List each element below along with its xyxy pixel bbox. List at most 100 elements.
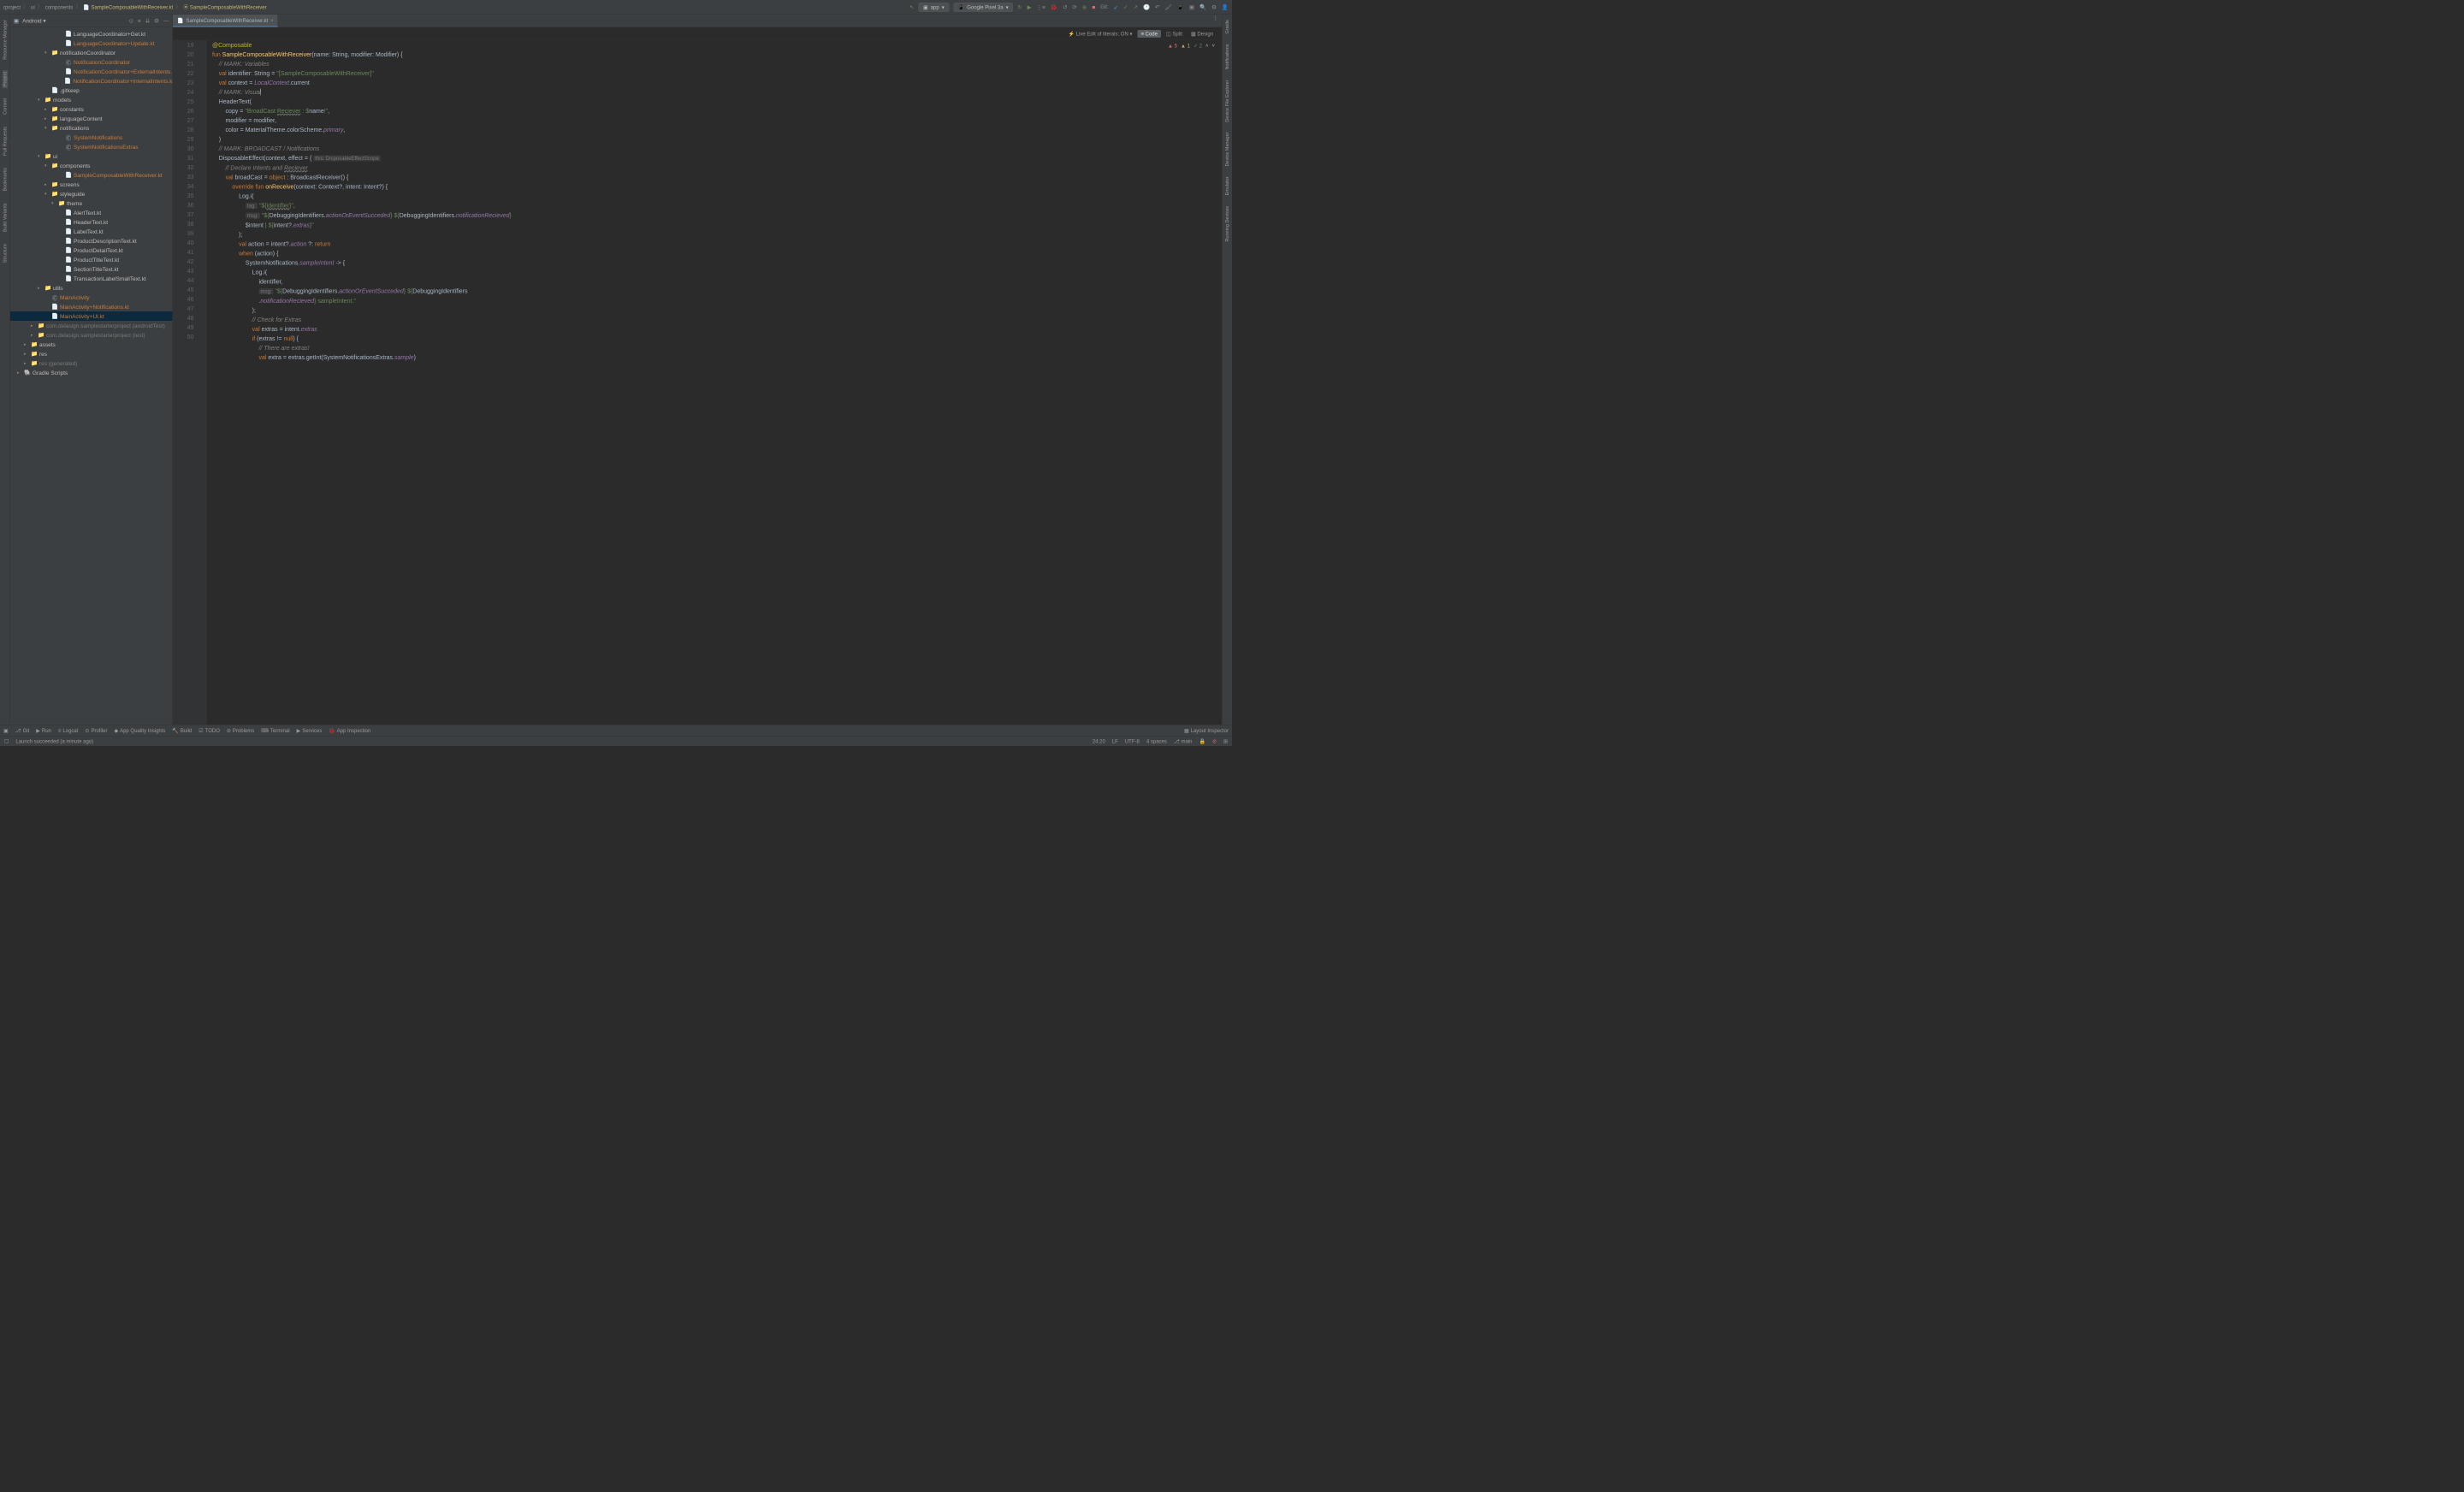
search-icon[interactable]: 🔍 xyxy=(1199,3,1206,10)
code-content[interactable]: @Composablefun SampleComposableWithRecei… xyxy=(207,40,1222,725)
tree-item[interactable]: 📄LanguageCoordinator+Get.kt xyxy=(10,29,173,38)
undo-icon[interactable]: ↶ xyxy=(1155,3,1159,10)
nav-back-icon[interactable]: ↖ xyxy=(909,3,914,10)
tree-item[interactable]: ▸📁com.delasign.samplestarterproject (tes… xyxy=(10,330,173,340)
tree-item[interactable]: ▸📁utils xyxy=(10,283,173,293)
line-ending[interactable]: LF xyxy=(1112,738,1118,744)
rail-project[interactable]: Project xyxy=(3,70,8,88)
settings-icon[interactable]: ⚙ xyxy=(1211,3,1217,10)
rail-structure[interactable]: Structure xyxy=(3,242,8,264)
tree-item[interactable]: ▾📁styleguide xyxy=(10,189,173,198)
hide-icon[interactable]: — xyxy=(163,17,169,24)
indent-setting[interactable]: 4 spaces xyxy=(1146,738,1167,744)
tree-item[interactable]: ⒸMainActivity xyxy=(10,293,173,302)
rail-build-variants[interactable]: Build Variants xyxy=(3,201,8,234)
tree-item[interactable]: 📄ProductDetailText.kt xyxy=(10,246,173,255)
breadcrumb-part[interactable]: rproject xyxy=(3,4,21,10)
breadcrumb-part[interactable]: ui xyxy=(31,4,35,10)
tree-item[interactable]: ▸🐘Gradle Scripts xyxy=(10,368,173,377)
rail-device-file[interactable]: Device File Explorer xyxy=(1224,78,1229,123)
git-branch[interactable]: ⎇ main xyxy=(1174,738,1193,744)
file-encoding[interactable]: UTF-8 xyxy=(1125,738,1140,744)
ok-count[interactable]: ✓ 2 xyxy=(1194,43,1202,49)
status-icon[interactable]: ☐ xyxy=(4,738,9,744)
nav-up-icon[interactable]: ˄ xyxy=(1205,43,1209,49)
device-icon[interactable]: 📱 xyxy=(1177,3,1184,10)
run-icon[interactable]: ▶ xyxy=(1028,3,1032,10)
tree-item[interactable]: 📄NotificationCoordinator+ExternalIntents… xyxy=(10,67,173,76)
refresh-icon[interactable]: ↻ xyxy=(1017,3,1022,10)
error-count[interactable]: ▲ 5 xyxy=(1168,43,1177,49)
breadcrumb[interactable]: rproject 〉 ui 〉 components 〉 📄 SampleCom… xyxy=(3,3,267,11)
rail-device-manager[interactable]: Device Manager xyxy=(1224,131,1229,169)
tree-item[interactable]: ▾📁notifications xyxy=(10,123,173,133)
tool-app-quality[interactable]: ◆ App Quality Insights xyxy=(114,727,165,733)
tool-window-icon[interactable]: ▣ xyxy=(3,727,9,733)
status-process-icon[interactable]: ⊞ xyxy=(1223,738,1228,744)
fold-gutter[interactable] xyxy=(198,40,207,725)
paint-icon[interactable]: 🖌 xyxy=(1164,3,1171,10)
tree-item[interactable]: ▾📁components xyxy=(10,161,173,170)
tool-logcat[interactable]: ≡ Logcat xyxy=(58,727,79,733)
tree-item[interactable]: 📄AlertText.kt xyxy=(10,208,173,217)
tree-item[interactable]: ▾📁models xyxy=(10,95,173,104)
warning-count[interactable]: ▲ 1 xyxy=(1181,43,1190,49)
tree-item[interactable]: ⒸNotificationCoordinator xyxy=(10,57,173,67)
tree-item[interactable]: 📄ProductDescriptionText.kt xyxy=(10,236,173,246)
git-commit-icon[interactable]: ✓ xyxy=(1123,3,1128,10)
locate-icon[interactable]: ⊙ xyxy=(128,17,133,24)
view-split-button[interactable]: ◫ Split xyxy=(1163,30,1186,38)
git-pull-icon[interactable]: ↙ xyxy=(1114,3,1118,10)
tool-terminal[interactable]: ⌨ Terminal xyxy=(261,727,289,733)
code-editor[interactable]: 1920212223242526272829303132333435363738… xyxy=(173,40,1222,725)
coverage-icon[interactable]: ⟳ xyxy=(1072,3,1076,10)
rail-resource-manager[interactable]: Resource Manager xyxy=(3,18,8,62)
tree-item[interactable]: ▸📁com.delasign.samplestarterproject (and… xyxy=(10,321,173,330)
rail-pull-requests[interactable]: Pull Requests xyxy=(3,125,8,157)
history-icon[interactable]: 🕐 xyxy=(1143,3,1150,10)
tool-app-inspection[interactable]: 🐞 App Inspection xyxy=(329,727,370,733)
stop-icon[interactable]: ■ xyxy=(1092,3,1095,10)
tree-item[interactable]: 📄ProductTitleText.kt xyxy=(10,255,173,264)
tree-item[interactable]: ⒸSystemNotifications xyxy=(10,133,173,142)
breadcrumb-file[interactable]: 📄 SampleComposableWithReceiver.kt xyxy=(83,4,173,10)
sync-icon[interactable]: ↺ xyxy=(1063,3,1067,10)
close-tab-icon[interactable]: × xyxy=(270,17,274,23)
project-tree[interactable]: 📄LanguageCoordinator+Get.kt📄LanguageCoor… xyxy=(10,27,173,725)
tree-item[interactable]: ▸📁languageContent xyxy=(10,114,173,123)
view-code-button[interactable]: ≡ Code xyxy=(1137,30,1161,38)
tab-more-icon[interactable]: ⋮ xyxy=(1210,15,1223,27)
profile-icon[interactable]: ⊕ xyxy=(1082,3,1087,10)
tree-item[interactable]: ⒸSystemNotificationsExtras xyxy=(10,142,173,151)
tool-layout-inspector[interactable]: ▦ Layout Inspector xyxy=(1184,727,1229,733)
rail-commit[interactable]: Commit xyxy=(3,97,8,116)
tree-item[interactable]: 📄MainActivity+Notifications.kt xyxy=(10,302,173,311)
tree-item[interactable]: 📄.gitkeep xyxy=(10,86,173,95)
tree-item[interactable]: 📄TransactionLabelSmallText.kt xyxy=(10,274,173,283)
device-dropdown[interactable]: 📱 Google Pixel 3a ▾ xyxy=(953,3,1013,12)
editor-tab[interactable]: 📄 SampleComposableWithReceiver.kt × xyxy=(173,15,278,27)
breadcrumb-part[interactable]: components xyxy=(45,4,74,10)
tree-item[interactable]: ▸📁assets xyxy=(10,340,173,349)
collapse-icon[interactable]: ⇊ xyxy=(145,17,150,24)
tool-services[interactable]: ▶ Services xyxy=(297,727,323,733)
live-edit-toggle[interactable]: ⚡ Live Edit of literals: ON ▾ xyxy=(1069,31,1133,37)
tree-item[interactable]: 📄SampleComposableWithReceiver.kt xyxy=(10,170,173,180)
tree-item[interactable]: 📄SectionTitleText.kt xyxy=(10,264,173,274)
rail-emulator[interactable]: Emulator xyxy=(1224,175,1229,198)
rail-notifications[interactable]: Notifications xyxy=(1224,43,1229,72)
expand-icon[interactable]: ≡ xyxy=(138,17,141,24)
tree-item[interactable]: 📄HeaderText.kt xyxy=(10,217,173,227)
tree-item[interactable]: 📄NotificationCoordinator+InternalIntents… xyxy=(10,76,173,86)
user-icon[interactable]: 👤 xyxy=(1222,3,1229,10)
tree-item[interactable]: 📄LabelText.kt xyxy=(10,227,173,236)
rail-bookmarks[interactable]: Bookmarks xyxy=(3,166,8,193)
tool-problems[interactable]: ⊘ Problems xyxy=(227,727,254,733)
tree-item[interactable]: ▸📁constants xyxy=(10,104,173,114)
view-design-button[interactable]: ▦ Design xyxy=(1188,30,1217,38)
tree-item[interactable]: ▸📁screens xyxy=(10,180,173,189)
problems-summary[interactable]: ▲ 5 ▲ 1 ✓ 2 ˄ ˅ xyxy=(1168,43,1215,49)
avd-icon[interactable]: ▣ xyxy=(1189,3,1194,10)
gear-icon[interactable]: ⚙ xyxy=(154,17,159,24)
project-view-dropdown[interactable]: Android ▾ xyxy=(22,17,45,24)
